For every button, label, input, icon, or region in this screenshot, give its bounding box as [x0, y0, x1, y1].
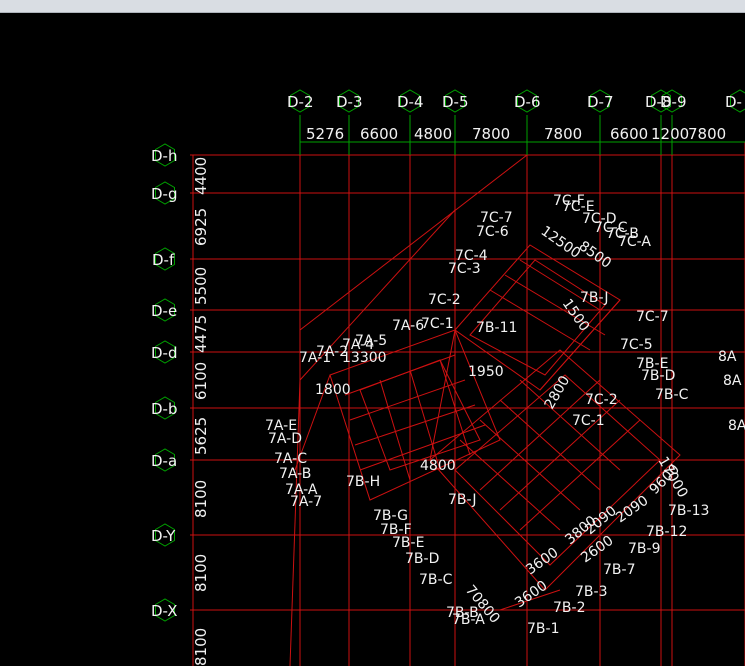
plan-label[interactable]: 2090 — [613, 493, 651, 527]
column-dimension: 7800 — [688, 125, 726, 143]
column-axis-labels: D-2 D-3 D-4 D-5 D-6 D-7 D-8 D-9 D- — [287, 93, 742, 111]
column-dimension: 6600 — [360, 125, 398, 143]
plan-label[interactable]: 7B-H — [346, 474, 380, 490]
plan-label[interactable]: 7C-5 — [620, 337, 653, 353]
row-axis-label[interactable]: D-d — [151, 344, 177, 362]
plan-label[interactable]: 7B-9 — [628, 541, 660, 557]
rotated-building-plan — [294, 244, 681, 611]
plan-label[interactable]: 7A-D — [268, 431, 302, 447]
plan-label[interactable]: 7B-C — [655, 387, 689, 403]
column-dimension: 6600 — [610, 125, 648, 143]
column-axis-label[interactable]: D-5 — [442, 93, 469, 111]
column-dimension: 7800 — [544, 125, 582, 143]
row-axis-label[interactable]: D-X — [151, 602, 178, 620]
column-axis-label[interactable]: D-6 — [514, 93, 541, 111]
plan-label[interactable]: 7B-12 — [646, 524, 687, 540]
row-axis-label[interactable]: D-h — [151, 147, 177, 165]
column-axis-label[interactable]: D-4 — [397, 93, 424, 111]
plan-label[interactable]: 7A-6 — [392, 318, 424, 334]
plan-label[interactable]: 12500 — [538, 223, 584, 262]
plan-label[interactable]: 8A — [723, 373, 742, 389]
plan-label[interactable]: 7B-1 — [527, 621, 559, 637]
column-axis-label[interactable]: D-7 — [587, 93, 614, 111]
plan-label[interactable]: 3600 — [512, 578, 550, 612]
plan-label[interactable]: 7B-13 — [668, 503, 709, 519]
plan-label[interactable]: 7B-J — [448, 492, 476, 508]
row-dimension: 4475 — [192, 315, 210, 353]
row-dimension: 5500 — [192, 267, 210, 305]
plan-label[interactable]: 7B-3 — [575, 584, 607, 600]
plan-label[interactable]: 7C-1 — [572, 413, 605, 429]
plan-label[interactable]: 7C-1 — [421, 316, 454, 332]
plan-label[interactable]: 1950 — [468, 364, 504, 380]
plan-label[interactable]: 7A-1 — [299, 350, 331, 366]
row-axis-label[interactable]: D-Y — [151, 527, 176, 545]
plan-label[interactable]: 7C-7 — [636, 309, 669, 325]
plan-label[interactable]: 7A-B — [279, 466, 311, 482]
plan-label[interactable]: 7C-3 — [448, 261, 481, 277]
plan-label[interactable]: 7B-D — [641, 368, 675, 384]
plan-label[interactable]: 7C-A — [618, 234, 651, 250]
plan-label[interactable]: 7C-6 — [476, 224, 509, 240]
row-dimensions: 4400 6925 5500 4475 6100 5625 8100 8100 … — [192, 157, 210, 666]
plan-label[interactable]: 8A — [718, 349, 737, 365]
plan-label[interactable]: 7C-2 — [585, 392, 618, 408]
plan-label[interactable]: 4800 — [420, 458, 456, 474]
row-axis-label[interactable]: D-e — [151, 302, 177, 320]
plan-label[interactable]: 7B-D — [405, 551, 439, 567]
column-axis-label[interactable]: D-9 — [660, 93, 687, 111]
column-axis-label[interactable]: D-3 — [336, 93, 363, 111]
column-dimensions: 5276 6600 4800 7800 7800 6600 1200 7800 — [306, 125, 726, 143]
plan-label[interactable]: 13300 — [342, 350, 387, 366]
row-dimension: 8100 — [192, 554, 210, 592]
plan-label[interactable]: 7B-C — [419, 572, 453, 588]
row-dimension: 6100 — [192, 362, 210, 400]
plan-label[interactable]: 3600 — [523, 545, 561, 579]
row-axis-label[interactable]: D-a — [151, 452, 177, 470]
row-dimension: 8100 — [192, 628, 210, 666]
column-dimension: 5276 — [306, 125, 344, 143]
plan-label[interactable]: 8A — [728, 418, 745, 434]
row-axis-labels: D-h D-g D-f D-e D-d D-b D-a D-Y D-X — [151, 147, 178, 620]
column-dimension: 7800 — [472, 125, 510, 143]
row-axis-label[interactable]: D-b — [151, 400, 177, 418]
plan-label[interactable]: 7A-7 — [290, 494, 322, 510]
diagonal-guide — [299, 154, 528, 331]
plan-labels: 7C-77C-67C-47C-37C-27C-17A-67A-57A-47A-2… — [265, 193, 745, 637]
row-dimension: 4400 — [192, 157, 210, 195]
row-dimension: 6925 — [192, 208, 210, 246]
plan-label[interactable]: 8500 — [576, 238, 614, 272]
column-dimension: 1200 — [651, 125, 689, 143]
plan-label[interactable]: 7B-2 — [553, 600, 585, 616]
plan-label[interactable]: 7B-E — [392, 535, 424, 551]
row-dimension: 8100 — [192, 480, 210, 518]
column-dimension: 4800 — [414, 125, 452, 143]
plan-label[interactable]: 7B-11 — [476, 320, 517, 336]
plan-label[interactable]: 7B-J — [580, 290, 608, 306]
row-axis-label[interactable]: D-f — [152, 251, 175, 269]
plan-label[interactable]: 7C-2 — [428, 292, 461, 308]
column-axis-label[interactable]: D- — [725, 93, 742, 111]
plan-label[interactable]: 7B-7 — [603, 562, 635, 578]
plan-label[interactable]: 2800 — [542, 373, 574, 412]
plan-label[interactable]: 7A-C — [274, 451, 307, 467]
cad-drawing-canvas[interactable]: D-2 D-3 D-4 D-5 D-6 D-7 D-8 D-9 D- 5276 … — [0, 0, 745, 666]
row-dimension: 5625 — [192, 417, 210, 455]
column-axis-label[interactable]: D-2 — [287, 93, 314, 111]
row-axis-label[interactable]: D-g — [151, 185, 177, 203]
plan-label[interactable]: 1800 — [315, 382, 351, 398]
